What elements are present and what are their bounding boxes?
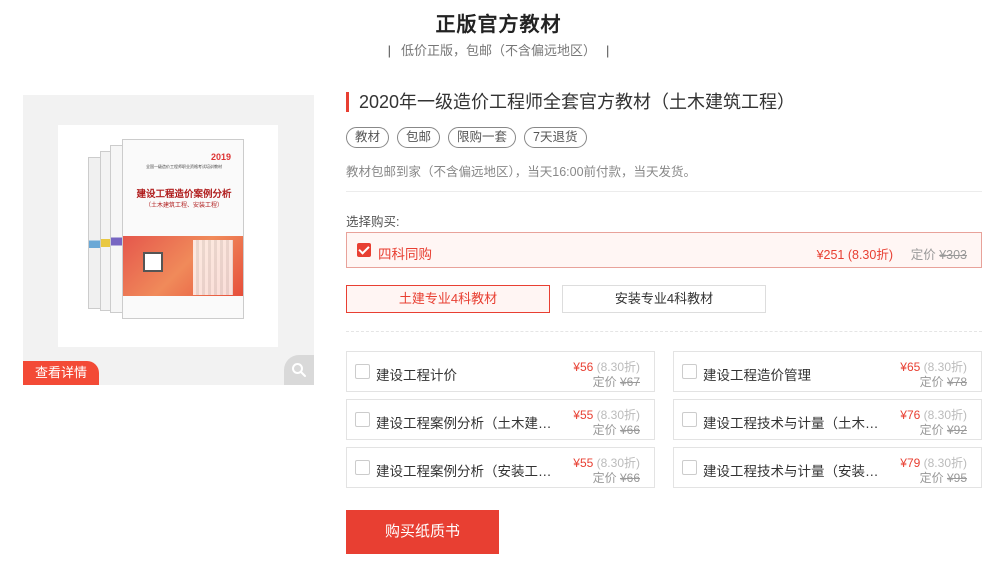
choose-label: 选择购买: xyxy=(346,215,400,229)
book-cover: 2019 全国一级造价工程师职业资格考试培训教材 建设工程造价案例分析 （土木建… xyxy=(122,139,244,319)
bundle-list-price: 定价 ¥303 xyxy=(910,248,967,262)
page-subtitle: | 低价正版，包邮（不含偏远地区） | xyxy=(0,40,997,59)
tag-limit-one: 限购一套 xyxy=(448,127,517,148)
option-install-4-subjects[interactable]: 安装专业4科教材 xyxy=(562,285,766,313)
item-list-price: 定价 ¥66 xyxy=(592,423,640,437)
buy-paper-book-button[interactable]: 购买纸质书 xyxy=(346,510,499,554)
book-year: 2019 xyxy=(210,152,231,162)
search-icon xyxy=(292,363,306,377)
item-name: 建设工程造价管理 xyxy=(703,368,811,383)
divider-bar-left: | xyxy=(387,43,391,58)
checkbox[interactable] xyxy=(682,364,697,379)
product-title: 2020年一级造价工程师全套官方教材（土木建筑工程） xyxy=(346,92,795,112)
product-image[interactable]: 2019 全国一级造价工程师职业资格考试培训教材 建设工程造价案例分析 （土木建… xyxy=(58,125,278,347)
bundle-name: 四科同购 xyxy=(378,247,432,262)
item-list-price: 定价 ¥95 xyxy=(919,471,967,485)
shipping-note: 教材包邮到家（不含偏远地区），当天16:00前付款，当天发货。 xyxy=(346,165,697,179)
item-list-price: 定价 ¥78 xyxy=(919,375,967,389)
item-name: 建设工程案例分析（安装工程） xyxy=(376,464,556,479)
item-list-price: 定价 ¥67 xyxy=(592,375,640,389)
list-item[interactable]: 建设工程造价管理 ¥65 (8.30折) 定价 ¥78 xyxy=(673,351,982,392)
divider-bar-right: | xyxy=(606,43,610,58)
product-image-panel: 2019 全国一级造价工程师职业资格考试培训教材 建设工程造价案例分析 （土木建… xyxy=(23,95,314,385)
product-tags: 教材 包邮 限购一套 7天退货 xyxy=(346,127,587,148)
dashed-divider xyxy=(346,331,982,332)
view-details-button[interactable]: 查看详情 xyxy=(23,361,99,385)
item-name: 建设工程计价 xyxy=(376,368,457,383)
checkbox[interactable] xyxy=(355,460,370,475)
tag-7day-return: 7天退货 xyxy=(524,127,587,148)
page-title: 正版官方教材 xyxy=(435,14,562,36)
item-name: 建设工程案例分析（土木建筑... xyxy=(376,416,556,431)
tag-free-shipping: 包邮 xyxy=(397,127,441,148)
option-civil-4-subjects[interactable]: 土建专业4科教材 xyxy=(346,285,550,313)
list-item[interactable]: 建设工程计价 ¥56 (8.30折) 定价 ¥67 xyxy=(346,351,655,392)
bundle-option[interactable]: 四科同购 ¥251 (8.30折) 定价 ¥303 xyxy=(346,232,982,268)
zoom-button[interactable] xyxy=(284,355,314,385)
checkbox[interactable] xyxy=(682,460,697,475)
book-series: 全国一级造价工程师职业资格考试培训教材 xyxy=(146,164,222,169)
checkbox[interactable] xyxy=(355,412,370,427)
list-item[interactable]: 建设工程案例分析（土木建筑... ¥55 (8.30折) 定价 ¥66 xyxy=(346,399,655,440)
cover-building-graphic xyxy=(193,240,233,295)
item-list-price: 定价 ¥92 xyxy=(919,423,967,437)
checkbox[interactable] xyxy=(355,364,370,379)
list-item[interactable]: 建设工程技术与计量（安装工... ¥79 (8.30折) 定价 ¥95 xyxy=(673,447,982,488)
checkbox[interactable] xyxy=(682,412,697,427)
item-list-price: 定价 ¥66 xyxy=(592,471,640,485)
subtitle-text: 低价正版，包邮（不含偏远地区） xyxy=(400,43,596,58)
list-item[interactable]: 建设工程技术与计量（土木建... ¥76 (8.30折) 定价 ¥92 xyxy=(673,399,982,440)
bundle-price: ¥251 (8.30折) xyxy=(816,248,893,262)
book-subtitle: （土木建筑工程、安装工程） xyxy=(144,202,223,209)
divider xyxy=(346,191,982,192)
list-item[interactable]: 建设工程案例分析（安装工程） ¥55 (8.30折) 定价 ¥66 xyxy=(346,447,655,488)
tag-textbook: 教材 xyxy=(346,127,390,148)
item-name: 建设工程技术与计量（土木建... xyxy=(703,416,883,431)
item-name: 建设工程技术与计量（安装工... xyxy=(703,464,883,479)
qr-code xyxy=(143,252,163,272)
book-title: 建设工程造价案例分析 xyxy=(136,189,232,200)
checkbox-checked-icon[interactable] xyxy=(357,243,371,257)
